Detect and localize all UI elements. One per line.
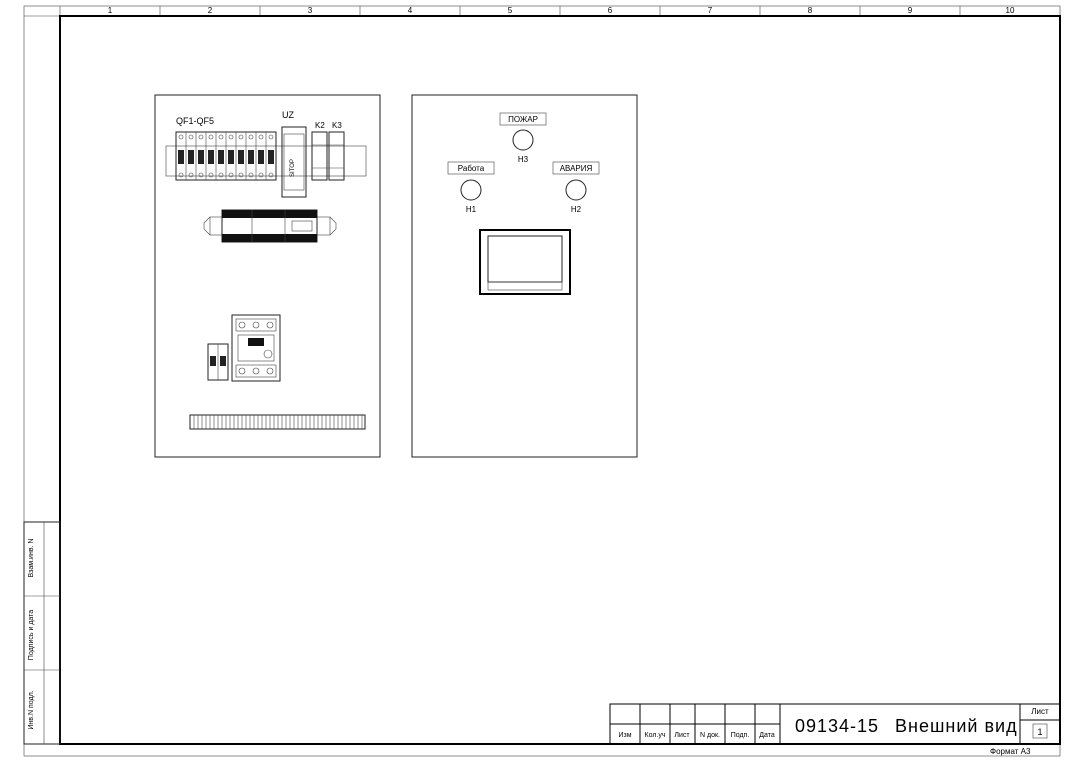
- svg-text:N док.: N док.: [700, 732, 720, 739]
- svg-text:ПОЖАР: ПОЖАР: [508, 115, 538, 124]
- svg-text:Подпись и дата: Подпись и дата: [28, 610, 35, 660]
- panel-internal: QF1-QF5 UZ K2 K3: [155, 95, 380, 457]
- svg-text:2: 2: [208, 6, 213, 15]
- svg-text:SITOP: SITOP: [290, 159, 296, 177]
- svg-text:H1: H1: [466, 205, 477, 214]
- svg-text:10: 10: [1006, 6, 1015, 15]
- svg-text:Лист: Лист: [1031, 707, 1049, 716]
- lamp-h3: [513, 130, 533, 150]
- svg-text:9: 9: [908, 6, 913, 15]
- svg-text:Изм: Изм: [618, 732, 631, 739]
- svg-text:K3: K3: [332, 121, 342, 130]
- svg-text:Работа: Работа: [458, 164, 485, 173]
- format-label: Формат А3: [990, 747, 1031, 756]
- svg-text:Лист: Лист: [674, 732, 690, 739]
- drawing-sheet: 1 2 3 4 5 6 7 8 9 10 Инв.N подл. Подпись…: [0, 0, 1081, 766]
- svg-text:QF1-QF5: QF1-QF5: [176, 116, 214, 126]
- svg-text:6: 6: [608, 6, 613, 15]
- hmi-display: [480, 230, 570, 294]
- svg-text:Подп.: Подп.: [731, 732, 750, 739]
- svg-text:7: 7: [708, 6, 713, 15]
- svg-text:4: 4: [408, 6, 413, 15]
- svg-text:H2: H2: [571, 205, 582, 214]
- svg-text:Кол.уч: Кол.уч: [645, 732, 666, 739]
- svg-text:АВАРИЯ: АВАРИЯ: [560, 164, 593, 173]
- panel-door: ПОЖАР H3 Работа H1 АВАРИЯ H2: [412, 95, 637, 457]
- svg-text:UZ: UZ: [282, 110, 294, 120]
- svg-text:Взам.инв. N: Взам.инв. N: [28, 539, 35, 578]
- svg-text:5: 5: [508, 6, 513, 15]
- svg-text:Инв.N подл.: Инв.N подл.: [28, 690, 35, 729]
- terminal-strip: [190, 415, 365, 429]
- svg-text:1: 1: [1037, 727, 1042, 737]
- doc-number: 09134-15: [795, 716, 879, 736]
- lamp-h1: [461, 180, 481, 200]
- svg-text:H3: H3: [518, 155, 529, 164]
- title-block: Изм Кол.уч Лист N док. Подп. Дата 09134-…: [610, 704, 1060, 744]
- ruler-labels: 1 2 3 4 5 6 7 8 9 10: [108, 6, 1015, 15]
- svg-text:8: 8: [808, 6, 813, 15]
- lamp-h2: [566, 180, 586, 200]
- plc-module: [204, 210, 336, 242]
- svg-text:1: 1: [108, 6, 113, 15]
- svg-text:3: 3: [308, 6, 313, 15]
- motor-starter: [208, 315, 280, 381]
- svg-text:K2: K2: [315, 121, 325, 130]
- sidebar-labels: Инв.N подл. Подпись и дата Взам.инв. N: [28, 539, 35, 730]
- din-rail-1: SITOP: [166, 127, 366, 197]
- svg-text:Дата: Дата: [759, 732, 775, 739]
- doc-title: Внешний вид: [895, 716, 1018, 736]
